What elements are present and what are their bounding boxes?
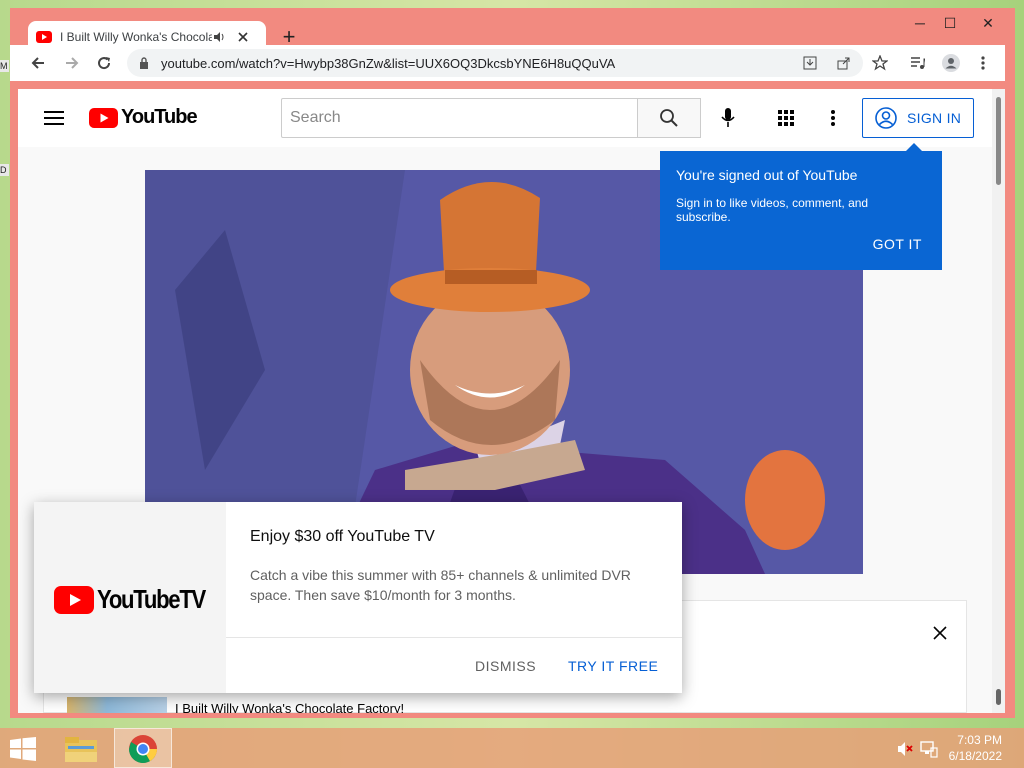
tooltip-subtitle: Sign in to like videos, comment, and sub… <box>676 196 869 224</box>
browser-toolbar: youtube.com/watch?v=Hwybp38GnZw&list=UUX… <box>10 45 1005 81</box>
promo-logo-panel: YouTubeTV <box>34 502 226 693</box>
clock-date: 6/18/2022 <box>948 749 1002 763</box>
network-icon[interactable] <box>920 740 938 758</box>
youtube-tv-logo-icon <box>54 585 94 614</box>
browser-menu-icon[interactable] <box>980 55 986 71</box>
speaker-icon[interactable] <box>212 30 226 44</box>
url-text: youtube.com/watch?v=Hwybp38GnZw&list=UUX… <box>161 55 616 71</box>
file-explorer-icon[interactable] <box>64 734 98 764</box>
lock-icon[interactable] <box>139 57 149 69</box>
chrome-taskbar-button[interactable] <box>114 728 172 768</box>
sign-in-button[interactable]: SIGN IN <box>862 98 974 138</box>
maximize-button[interactable]: ☐ <box>934 12 966 34</box>
search-input[interactable]: Search <box>281 98 638 138</box>
media-control-icon[interactable] <box>910 55 926 71</box>
youtube-logo-icon <box>89 107 118 128</box>
clock-time: 7:03 PM <box>957 733 1002 747</box>
bookmark-star-icon[interactable] <box>872 55 888 71</box>
playlist-thumbnail[interactable] <box>67 697 167 713</box>
youtube-header: YouTube Search SIGN IN <box>18 89 993 147</box>
close-window-button[interactable]: ✕ <box>972 12 1004 34</box>
back-icon[interactable] <box>30 55 46 71</box>
chrome-icon <box>129 735 157 763</box>
profile-avatar-icon[interactable] <box>942 54 960 72</box>
account-icon <box>875 107 897 129</box>
tab-title: I Built Willy Wonka's Chocolate Factory! <box>60 30 212 44</box>
youtube-tv-promo: YouTubeTV Enjoy $30 off YouTube TV Catch… <box>34 502 682 693</box>
dismiss-button[interactable]: DISMISS <box>475 658 536 674</box>
youtube-logo-text: YouTube <box>121 106 198 128</box>
scrollbar-thumb[interactable] <box>996 97 1001 185</box>
youtube-favicon-icon <box>36 31 52 43</box>
windows-start-icon[interactable] <box>10 737 36 761</box>
microphone-icon[interactable] <box>721 108 735 128</box>
reload-icon[interactable] <box>96 55 112 71</box>
youtube-tv-logo-text: YouTubeTV <box>97 584 206 614</box>
promo-divider <box>226 637 682 638</box>
forward-icon[interactable] <box>64 55 80 71</box>
desktop-icon-stub: M <box>0 60 9 72</box>
address-bar[interactable]: youtube.com/watch?v=Hwybp38GnZw&list=UUX… <box>127 49 863 77</box>
promo-body: Catch a vibe this summer with 85+ channe… <box>250 567 631 603</box>
desktop-icon-stub: D <box>0 164 9 176</box>
settings-more-icon[interactable] <box>830 109 836 127</box>
install-icon[interactable] <box>803 56 817 70</box>
inner-scroll-thumb[interactable] <box>996 689 1001 705</box>
playlist-item-title[interactable]: I Built Willy Wonka's Chocolate Factory! <box>175 701 404 713</box>
sign-in-label: SIGN IN <box>907 110 962 126</box>
minimize-button[interactable]: ─ <box>904 12 936 34</box>
tooltip-title: You're signed out of YouTube <box>676 167 858 183</box>
system-clock[interactable]: 7:03 PM 6/18/2022 <box>949 732 1002 764</box>
page-scrollbar[interactable] <box>992 89 1005 713</box>
signed-out-tooltip: You're signed out of YouTube Sign in to … <box>660 143 942 270</box>
share-icon[interactable] <box>837 56 851 70</box>
search-button[interactable] <box>637 98 701 138</box>
got-it-button[interactable]: GOT IT <box>873 236 922 252</box>
close-icon[interactable] <box>933 626 947 640</box>
apps-grid-icon[interactable] <box>777 109 795 127</box>
taskbar: 7:03 PM 6/18/2022 <box>0 728 1024 768</box>
youtube-tv-logo: YouTubeTV <box>54 584 224 615</box>
hamburger-menu-icon[interactable] <box>44 110 64 126</box>
search-icon <box>660 109 678 127</box>
try-it-free-button[interactable]: TRY IT FREE <box>568 658 658 674</box>
volume-muted-icon[interactable] <box>897 741 913 757</box>
youtube-logo[interactable]: YouTube <box>89 106 198 129</box>
close-tab-icon[interactable] <box>236 30 250 44</box>
promo-title: Enjoy $30 off YouTube TV <box>250 528 435 545</box>
